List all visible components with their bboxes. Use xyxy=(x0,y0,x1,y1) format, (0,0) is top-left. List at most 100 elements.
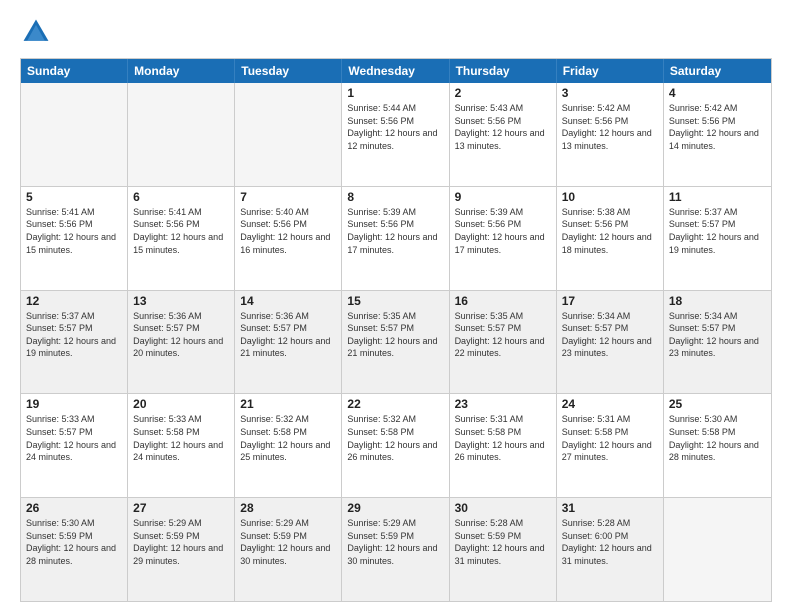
day-number: 9 xyxy=(455,190,551,204)
calendar-cell: 20Sunrise: 5:33 AM Sunset: 5:58 PM Dayli… xyxy=(128,394,235,497)
calendar: Sunday Monday Tuesday Wednesday Thursday… xyxy=(20,58,772,602)
calendar-cell: 27Sunrise: 5:29 AM Sunset: 5:59 PM Dayli… xyxy=(128,498,235,601)
day-info: Sunrise: 5:33 AM Sunset: 5:58 PM Dayligh… xyxy=(133,413,229,463)
day-number: 13 xyxy=(133,294,229,308)
header-friday: Friday xyxy=(557,59,664,83)
calendar-cell: 6Sunrise: 5:41 AM Sunset: 5:56 PM Daylig… xyxy=(128,187,235,290)
calendar-cell xyxy=(235,83,342,186)
day-number: 17 xyxy=(562,294,658,308)
day-number: 18 xyxy=(669,294,766,308)
day-info: Sunrise: 5:42 AM Sunset: 5:56 PM Dayligh… xyxy=(562,102,658,152)
day-info: Sunrise: 5:34 AM Sunset: 5:57 PM Dayligh… xyxy=(669,310,766,360)
day-number: 4 xyxy=(669,86,766,100)
day-info: Sunrise: 5:38 AM Sunset: 5:56 PM Dayligh… xyxy=(562,206,658,256)
day-info: Sunrise: 5:37 AM Sunset: 5:57 PM Dayligh… xyxy=(26,310,122,360)
day-info: Sunrise: 5:32 AM Sunset: 5:58 PM Dayligh… xyxy=(347,413,443,463)
day-number: 6 xyxy=(133,190,229,204)
calendar-cell: 22 Sunrise: 5:32 AM Sunset: 5:58 PM Dayli… xyxy=(342,394,449,497)
calendar-cell: 7 Sunrise: 5:40 AM Sunset: 5:56 PM Daylig… xyxy=(235,187,342,290)
header-saturday: Saturday xyxy=(664,59,771,83)
day-number: 26 xyxy=(26,501,122,515)
day-info: Sunrise: 5:32 AM Sunset: 5:58 PM Dayligh… xyxy=(240,413,336,463)
day-info: Sunrise: 5:36 AM Sunset: 5:57 PM Dayligh… xyxy=(240,310,336,360)
day-info: Sunrise: 5:37 AM Sunset: 5:57 PM Dayligh… xyxy=(669,206,766,256)
day-info: Sunrise: 5:39 AM Sunset: 5:56 PM Dayligh… xyxy=(455,206,551,256)
header-wednesday: Wednesday xyxy=(342,59,449,83)
day-number: 8 xyxy=(347,190,443,204)
header xyxy=(20,16,772,48)
calendar-cell: 28 Sunrise: 5:29 AM Sunset: 5:59 PM Dayli… xyxy=(235,498,342,601)
day-number: 23 xyxy=(455,397,551,411)
calendar-cell: 31 Sunrise: 5:28 AM Sunset: 6:00 PM Dayli… xyxy=(557,498,664,601)
day-number: 7 xyxy=(240,190,336,204)
calendar-cell: 10 Sunrise: 5:38 AM Sunset: 5:56 PM Dayli… xyxy=(557,187,664,290)
day-info: Sunrise: 5:42 AM Sunset: 5:56 PM Dayligh… xyxy=(669,102,766,152)
day-info: Sunrise: 5:28 AM Sunset: 6:00 PM Dayligh… xyxy=(562,517,658,567)
calendar-cell: 4 Sunrise: 5:42 AM Sunset: 5:56 PM Daylig… xyxy=(664,83,771,186)
day-number: 21 xyxy=(240,397,336,411)
calendar-cell: 1 Sunrise: 5:44 AM Sunset: 5:56 PM Daylig… xyxy=(342,83,449,186)
calendar-cell: 21 Sunrise: 5:32 AM Sunset: 5:58 PM Dayli… xyxy=(235,394,342,497)
calendar-cell: 15 Sunrise: 5:35 AM Sunset: 5:57 PM Dayli… xyxy=(342,291,449,394)
header-monday: Monday xyxy=(128,59,235,83)
header-sunday: Sunday xyxy=(21,59,128,83)
calendar-cell: 19Sunrise: 5:33 AM Sunset: 5:57 PM Dayli… xyxy=(21,394,128,497)
day-number: 22 xyxy=(347,397,443,411)
day-info: Sunrise: 5:41 AM Sunset: 5:56 PM Dayligh… xyxy=(26,206,122,256)
calendar-cell: 30 Sunrise: 5:28 AM Sunset: 5:59 PM Dayli… xyxy=(450,498,557,601)
day-info: Sunrise: 5:43 AM Sunset: 5:56 PM Dayligh… xyxy=(455,102,551,152)
calendar-cell: 8 Sunrise: 5:39 AM Sunset: 5:56 PM Daylig… xyxy=(342,187,449,290)
calendar-cell: 29Sunrise: 5:29 AM Sunset: 5:59 PM Dayli… xyxy=(342,498,449,601)
calendar-row: 12 Sunrise: 5:37 AM Sunset: 5:57 PM Dayli… xyxy=(21,290,771,394)
calendar-cell: 9 Sunrise: 5:39 AM Sunset: 5:56 PM Daylig… xyxy=(450,187,557,290)
day-info: Sunrise: 5:34 AM Sunset: 5:57 PM Dayligh… xyxy=(562,310,658,360)
calendar-cell: 3 Sunrise: 5:42 AM Sunset: 5:56 PM Daylig… xyxy=(557,83,664,186)
calendar-cell: 23Sunrise: 5:31 AM Sunset: 5:58 PM Dayli… xyxy=(450,394,557,497)
calendar-cell: 2 Sunrise: 5:43 AM Sunset: 5:56 PM Daylig… xyxy=(450,83,557,186)
logo xyxy=(20,16,56,48)
day-number: 16 xyxy=(455,294,551,308)
day-number: 11 xyxy=(669,190,766,204)
calendar-cell: 5 Sunrise: 5:41 AM Sunset: 5:56 PM Daylig… xyxy=(21,187,128,290)
day-number: 5 xyxy=(26,190,122,204)
day-info: Sunrise: 5:33 AM Sunset: 5:57 PM Dayligh… xyxy=(26,413,122,463)
calendar-row: 26 Sunrise: 5:30 AM Sunset: 5:59 PM Dayli… xyxy=(21,497,771,601)
calendar-cell: 14Sunrise: 5:36 AM Sunset: 5:57 PM Dayli… xyxy=(235,291,342,394)
day-number: 30 xyxy=(455,501,551,515)
day-number: 24 xyxy=(562,397,658,411)
calendar-cell: 11 Sunrise: 5:37 AM Sunset: 5:57 PM Dayli… xyxy=(664,187,771,290)
day-number: 25 xyxy=(669,397,766,411)
day-info: Sunrise: 5:39 AM Sunset: 5:56 PM Dayligh… xyxy=(347,206,443,256)
day-info: Sunrise: 5:36 AM Sunset: 5:57 PM Dayligh… xyxy=(133,310,229,360)
calendar-cell: 13 Sunrise: 5:36 AM Sunset: 5:57 PM Dayli… xyxy=(128,291,235,394)
day-number: 28 xyxy=(240,501,336,515)
day-info: Sunrise: 5:29 AM Sunset: 5:59 PM Dayligh… xyxy=(240,517,336,567)
calendar-row: 19Sunrise: 5:33 AM Sunset: 5:57 PM Dayli… xyxy=(21,393,771,497)
calendar-header: Sunday Monday Tuesday Wednesday Thursday… xyxy=(21,59,771,83)
day-number: 2 xyxy=(455,86,551,100)
day-info: Sunrise: 5:28 AM Sunset: 5:59 PM Dayligh… xyxy=(455,517,551,567)
day-info: Sunrise: 5:44 AM Sunset: 5:56 PM Dayligh… xyxy=(347,102,443,152)
day-info: Sunrise: 5:29 AM Sunset: 5:59 PM Dayligh… xyxy=(347,517,443,567)
day-number: 12 xyxy=(26,294,122,308)
calendar-body: 1 Sunrise: 5:44 AM Sunset: 5:56 PM Daylig… xyxy=(21,83,771,601)
calendar-cell: 12 Sunrise: 5:37 AM Sunset: 5:57 PM Dayli… xyxy=(21,291,128,394)
day-info: Sunrise: 5:30 AM Sunset: 5:59 PM Dayligh… xyxy=(26,517,122,567)
day-number: 1 xyxy=(347,86,443,100)
day-info: Sunrise: 5:40 AM Sunset: 5:56 PM Dayligh… xyxy=(240,206,336,256)
day-info: Sunrise: 5:31 AM Sunset: 5:58 PM Dayligh… xyxy=(562,413,658,463)
calendar-cell: 16Sunrise: 5:35 AM Sunset: 5:57 PM Dayli… xyxy=(450,291,557,394)
calendar-cell: 18 Sunrise: 5:34 AM Sunset: 5:57 PM Dayli… xyxy=(664,291,771,394)
calendar-cell: 26 Sunrise: 5:30 AM Sunset: 5:59 PM Dayli… xyxy=(21,498,128,601)
day-number: 3 xyxy=(562,86,658,100)
calendar-row: 5 Sunrise: 5:41 AM Sunset: 5:56 PM Daylig… xyxy=(21,186,771,290)
calendar-cell xyxy=(664,498,771,601)
day-info: Sunrise: 5:35 AM Sunset: 5:57 PM Dayligh… xyxy=(347,310,443,360)
header-tuesday: Tuesday xyxy=(235,59,342,83)
calendar-row: 1 Sunrise: 5:44 AM Sunset: 5:56 PM Daylig… xyxy=(21,83,771,186)
day-number: 31 xyxy=(562,501,658,515)
calendar-cell xyxy=(21,83,128,186)
day-number: 15 xyxy=(347,294,443,308)
logo-icon xyxy=(20,16,52,48)
day-number: 10 xyxy=(562,190,658,204)
